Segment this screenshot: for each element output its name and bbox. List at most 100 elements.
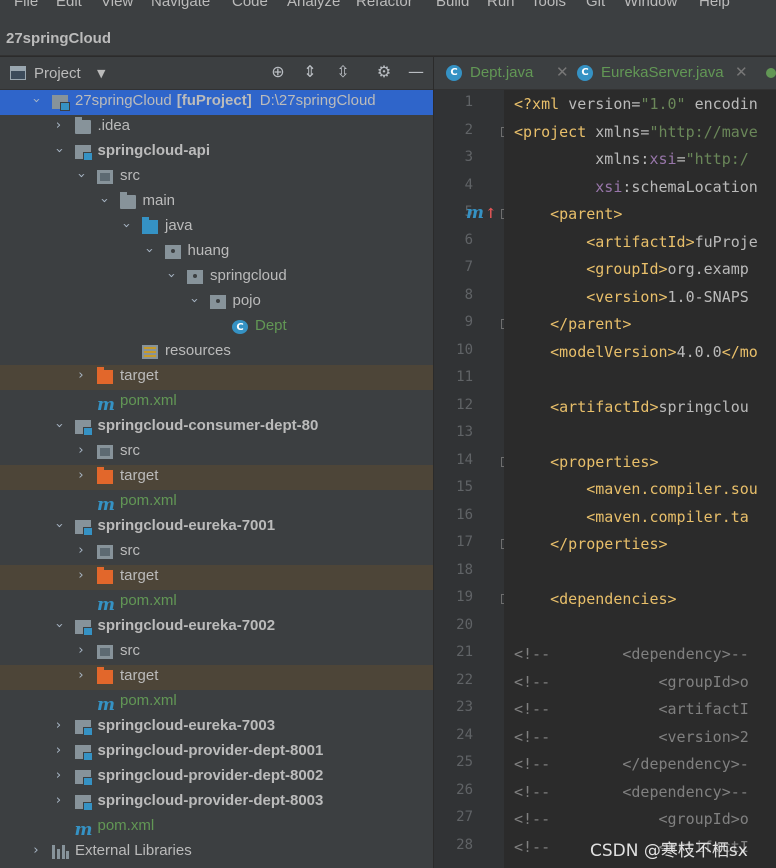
- close-icon[interactable]: ✕: [735, 63, 748, 81]
- chevron-down-icon[interactable]: ▼: [97, 67, 105, 80]
- menu-build[interactable]: Build: [436, 0, 469, 10]
- menu-analyze[interactable]: Analyze: [287, 0, 340, 10]
- tree-item[interactable]: › target: [0, 365, 433, 390]
- chevron-right-icon[interactable]: ›: [75, 368, 87, 383]
- chevron-right-icon[interactable]: ›: [53, 793, 65, 808]
- tree-item[interactable]: m pom.xml: [0, 815, 433, 840]
- chevron-down-icon[interactable]: ›: [96, 195, 111, 207]
- menu-bar: File Edit View Navigate Code Analyze Refactor B…: [0, 0, 776, 22]
- locate-icon[interactable]: ⊕: [268, 62, 288, 84]
- close-icon[interactable]: ✕: [556, 63, 569, 81]
- tree-item[interactable]: m pom.xml: [0, 590, 433, 615]
- tree-item-label: target: [120, 567, 158, 584]
- chevron-right-icon[interactable]: ›: [53, 718, 65, 733]
- tree-item[interactable]: › huang: [0, 240, 433, 265]
- chevron-right-icon[interactable]: ›: [53, 118, 65, 133]
- menu-edit[interactable]: Edit: [56, 0, 82, 10]
- tab-eurekaserver-java[interactable]: C EurekaServer.java ✕: [577, 57, 757, 89]
- tree-item[interactable]: › springcloud-eureka-7003: [0, 715, 433, 740]
- chevron-right-icon[interactable]: ›: [75, 443, 87, 458]
- tree-item[interactable]: › src: [0, 640, 433, 665]
- chevron-right-icon[interactable]: ›: [53, 743, 65, 758]
- tree-item[interactable]: › main: [0, 190, 433, 215]
- chevron-down-icon[interactable]: ›: [119, 220, 134, 232]
- code-line: <!-- <groupId>o: [514, 672, 749, 692]
- chevron-down-icon[interactable]: ›: [141, 245, 156, 257]
- tree-item[interactable]: › springcloud-eureka-7001: [0, 515, 433, 540]
- tree-item[interactable]: › springcloud-provider-dept-8001: [0, 740, 433, 765]
- line-number: 13: [456, 424, 473, 440]
- code-token: "1.0": [640, 95, 686, 113]
- chevron-right-icon[interactable]: ›: [53, 768, 65, 783]
- tree-item[interactable]: › target: [0, 565, 433, 590]
- code-token: :schemaLocation: [622, 177, 758, 196]
- tree-item[interactable]: › springcloud-consumer-dept-80: [0, 415, 433, 440]
- maven-parent-marker-icon[interactable]: m↑: [466, 203, 497, 223]
- tree-item[interactable]: › springcloud-eureka-7002: [0, 615, 433, 640]
- menu-git[interactable]: Git: [586, 0, 605, 10]
- code-token: <artifactId>: [514, 232, 695, 251]
- code-editor[interactable]: <?xml version="1.0" encodin <project xmln…: [504, 90, 776, 868]
- menu-code[interactable]: Code: [232, 0, 268, 10]
- menu-tools[interactable]: Tools: [531, 0, 566, 10]
- tree-item[interactable]: › 27springCloud [fuProject] D:\27springClou…: [0, 90, 433, 115]
- tree-item-label: src: [120, 542, 140, 559]
- chevron-right-icon[interactable]: ›: [75, 468, 87, 483]
- chevron-down-icon[interactable]: ›: [51, 420, 66, 432]
- tree-item-label: pom.xml: [98, 817, 155, 834]
- menu-view[interactable]: View: [101, 0, 133, 10]
- tree-item[interactable]: › springcloud-provider-dept-8002: [0, 765, 433, 790]
- chevron-down-icon[interactable]: ›: [74, 170, 89, 182]
- tree-item[interactable]: m pom.xml: [0, 390, 433, 415]
- tab-dept-java[interactable]: C Dept.java ✕: [446, 57, 569, 89]
- code-line: <properties>: [514, 452, 658, 472]
- gear-icon[interactable]: ⚙: [374, 62, 394, 84]
- menu-run[interactable]: Run: [487, 0, 515, 10]
- tree-item[interactable]: › .idea: [0, 115, 433, 140]
- class-icon: C: [232, 320, 248, 334]
- menu-file[interactable]: File: [14, 0, 38, 10]
- tree-item[interactable]: m pom.xml: [0, 490, 433, 515]
- collapse-all-icon[interactable]: ⇳: [333, 62, 353, 84]
- tree-item[interactable]: C Dept: [0, 315, 433, 340]
- tree-item[interactable]: › External Libraries: [0, 840, 433, 865]
- minimize-icon[interactable]: —: [406, 62, 426, 84]
- tree-item[interactable]: m pom.xml: [0, 690, 433, 715]
- menu-window[interactable]: Window: [624, 0, 677, 10]
- tree-item[interactable]: › java: [0, 215, 433, 240]
- menu-help[interactable]: Help: [699, 0, 730, 10]
- tree-item[interactable]: › src: [0, 440, 433, 465]
- chevron-right-icon[interactable]: ›: [75, 668, 87, 683]
- menu-navigate[interactable]: Navigate: [151, 0, 210, 10]
- line-number: 25: [456, 754, 473, 770]
- tree-item-label: Dept: [255, 317, 287, 334]
- chevron-right-icon[interactable]: ›: [75, 543, 87, 558]
- tree-item[interactable]: › target: [0, 665, 433, 690]
- tree-item[interactable]: › pojo: [0, 290, 433, 315]
- chevron-down-icon[interactable]: ›: [186, 295, 201, 307]
- tree-item[interactable]: › src: [0, 540, 433, 565]
- tree-item[interactable]: › springcloud-provider-dept-8003: [0, 790, 433, 815]
- tree-item[interactable]: › src: [0, 165, 433, 190]
- chevron-right-icon[interactable]: ›: [75, 568, 87, 583]
- code-line: <!-- <artifactI: [514, 699, 749, 719]
- chevron-down-icon[interactable]: ›: [29, 95, 44, 107]
- expand-all-icon[interactable]: ⇕: [300, 62, 320, 84]
- java-source-root-icon: [142, 217, 158, 234]
- tree-item[interactable]: › springcloud-api: [0, 140, 433, 165]
- tree-item-label: .idea: [98, 117, 131, 134]
- project-view-selector[interactable]: Project: [34, 65, 81, 82]
- chevron-down-icon[interactable]: ›: [164, 270, 179, 282]
- chevron-down-icon[interactable]: ›: [51, 620, 66, 632]
- tree-item[interactable]: › target: [0, 465, 433, 490]
- tree-item[interactable]: resources: [0, 340, 433, 365]
- tree-item-name: Dept: [255, 317, 287, 334]
- line-number: 16: [456, 506, 473, 523]
- tab-overflow[interactable]: [766, 57, 776, 89]
- chevron-down-icon[interactable]: ›: [51, 145, 66, 157]
- menu-refactor[interactable]: Refactor: [356, 0, 413, 10]
- tree-item[interactable]: › springcloud: [0, 265, 433, 290]
- chevron-right-icon[interactable]: ›: [75, 643, 87, 658]
- chevron-right-icon[interactable]: ›: [30, 843, 42, 858]
- chevron-down-icon[interactable]: ›: [51, 520, 66, 532]
